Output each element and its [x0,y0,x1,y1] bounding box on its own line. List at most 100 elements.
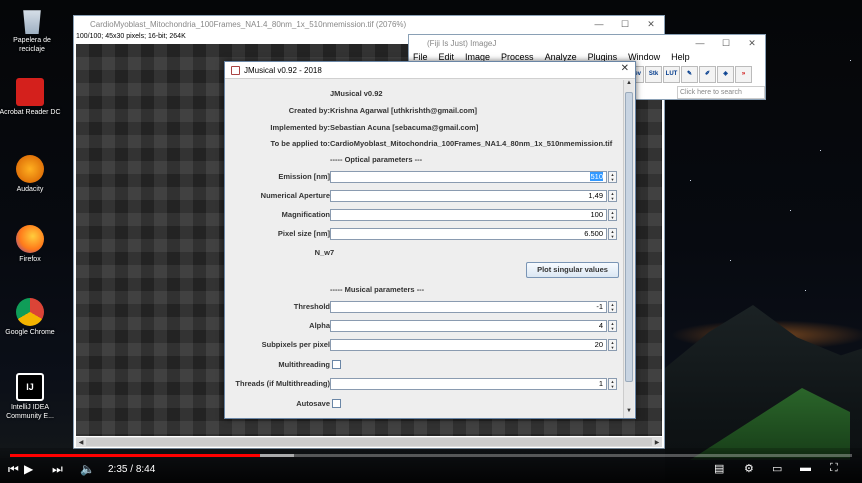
scrollbar-thumb[interactable] [625,92,633,382]
threads-spinner-icon[interactable]: ▲ ▼ [608,378,617,390]
video-player-controls: ⏮ ▶ ⏭ 🔈 2:35 / 8:44 ▤ ⚙ ▭ ▬ ⛶ [0,448,862,483]
desktop-icon-chrome[interactable]: Google Chrome [0,298,62,337]
play-icon[interactable]: ▶ [24,462,33,476]
maximize-icon[interactable]: ☐ [713,35,739,51]
settings-icon[interactable]: ⚙ [744,462,754,475]
stk-tool-icon[interactable]: Stk [645,65,662,83]
subpixels-spinner-icon[interactable]: ▲ ▼ [608,339,617,351]
star [805,290,806,291]
right-arrow-icon[interactable]: ▶ [652,439,662,446]
firefox-icon [16,225,44,253]
next-icon[interactable]: ⏭ [52,462,63,477]
scroll-up-icon[interactable]: ▲ [624,80,634,90]
desktop-icon-intellij[interactable]: IJ IntelliJ IDEA Community E... [0,373,62,421]
frame-scrollbar[interactable]: ◀ ▶ [76,437,662,447]
threads-field[interactable]: 1 [330,378,607,390]
subpixels-label: Subpixels per pixel [261,340,330,349]
close-icon[interactable]: ✕ [739,35,765,51]
video-time: 2:35 / 8:44 [108,464,156,475]
chrome-icon [16,298,44,326]
na-spinner-icon[interactable]: ▲ ▼ [608,190,617,202]
fullscreen-icon[interactable]: ⛶ [830,462,838,475]
autosave-checkbox[interactable] [332,399,341,408]
minimize-icon[interactable]: — [687,35,713,51]
created-by-label: Created by: [288,106,330,115]
alpha-spinner-icon[interactable]: ▲ ▼ [608,320,617,332]
lut-tool-icon[interactable]: LUT [663,65,680,83]
emission-row: Emission [nm] 510 ▲ ▼ [225,170,623,184]
na-label: Numerical Aperture [260,191,330,200]
progress-buffered [260,454,294,457]
minimize-icon[interactable]: — [586,16,612,32]
created-by-value: Krishna Agarwal [uthkrishth@gmail.com] [330,106,478,115]
magnification-spinner-icon[interactable]: ▲ ▼ [608,209,617,221]
pixel-size-label: Pixel size [nm] [277,229,330,238]
header-row: JMusical v0.92 [225,87,623,101]
image-window-titlebar[interactable]: CardioMyoblast_Mitochondria_100Frames_NA… [74,16,664,32]
subtitles-icon[interactable]: ▤ [714,462,724,475]
pixel-size-field[interactable]: 6.500 [330,228,607,240]
desktop-icon-recycle-bin[interactable]: Papelera de reciclaje [0,6,64,54]
previous-icon[interactable]: ⏮ [8,462,19,477]
emission-value: 510 [590,172,603,181]
magnification-field[interactable]: 100 [330,209,607,221]
implemented-by-label: Implemented by: [270,123,330,132]
jmusical-title: JMusical v0.92 - 2018 [244,65,322,75]
dialog-header: JMusical v0.92 [330,89,383,98]
desktop-icon-label: Firefox [19,256,41,263]
miniplayer-icon[interactable]: ▭ [772,462,782,475]
desktop-icon-label: Acrobat Reader DC [0,109,61,116]
jmusical-titlebar[interactable]: JMusical v0.92 - 2018 ✕ [225,62,635,79]
na-field[interactable]: 1,49 [330,190,607,202]
maximize-icon[interactable]: ☐ [612,16,638,32]
applied-to-label: To be applied to: [270,139,330,148]
plot-singular-values-button[interactable]: Plot singular values [526,262,619,278]
subpixels-field[interactable]: 20 [330,339,607,351]
duration: 8:44 [135,464,156,475]
emission-field[interactable]: 510 [330,171,607,183]
multithreading-checkbox[interactable] [332,360,341,369]
close-icon[interactable]: ✕ [638,16,664,32]
desktop-icon-label: IntelliJ IDEA Community E... [6,404,54,420]
audacity-icon [16,155,44,183]
autosave-label: Autosave [296,399,330,408]
volume-icon[interactable]: 🔈 [80,462,95,476]
fill-icon[interactable]: ◈ [717,65,734,83]
fiji-title: (Fiji Is Just) ImageJ [427,38,497,48]
threshold-label: Threshold [293,302,330,311]
emission-spinner-icon[interactable]: ▲ ▼ [608,171,617,183]
dialog-vertical-scrollbar[interactable]: ▲ ▼ [623,80,634,418]
fiji-search-input[interactable]: Click here to search [677,86,765,99]
window-controls: — ☐ ✕ [586,16,664,32]
desktop-icon-firefox[interactable]: Firefox [0,225,62,264]
musical-section-header: ----- Musical parameters --- [330,285,425,294]
video-progress-bar[interactable] [10,454,852,457]
intellij-icon: IJ [16,373,44,401]
java-icon [231,65,240,75]
image-window-title: CardioMyoblast_Mitochondria_100Frames_NA… [90,19,407,29]
left-arrow-icon[interactable]: ◀ [76,439,86,446]
star [820,150,821,151]
pixel-size-spinner-icon[interactable]: ▲ ▼ [608,228,617,240]
menu-help[interactable]: Help [671,51,690,64]
pen-icon[interactable]: ✎ [681,65,698,83]
close-icon[interactable]: ✕ [621,63,629,74]
desktop-icon-acrobat[interactable]: Acrobat Reader DC [0,78,62,117]
star [850,60,851,61]
jmusical-content: JMusical v0.92 Created by: Krishna Agarw… [225,79,623,419]
desktop-icon-audacity[interactable]: Audacity [0,155,62,194]
alpha-field[interactable]: 4 [330,320,607,332]
threshold-spinner-icon[interactable]: ▲ ▼ [608,301,617,313]
threshold-row: Threshold -1 ▲ ▼ [225,300,623,314]
brush-icon[interactable]: ✐ [699,65,716,83]
jmusical-dialog[interactable]: JMusical v0.92 - 2018 ✕ JMusical v0.92 C… [224,61,636,419]
scroll-down-icon[interactable]: ▼ [624,408,634,418]
fiji-titlebar[interactable]: (Fiji Is Just) ImageJ — ☐ ✕ [409,35,765,51]
theater-mode-icon[interactable]: ▬ [800,462,811,474]
threshold-field[interactable]: -1 [330,301,607,313]
multithreading-label: Multithreading [278,360,330,369]
scrollbar-track[interactable] [86,438,652,446]
threads-row: Threads (if Multithreading) 1 ▲ ▼ [225,377,623,391]
nw-value: 7 [330,248,335,257]
more-tools-icon[interactable]: » [735,65,752,83]
